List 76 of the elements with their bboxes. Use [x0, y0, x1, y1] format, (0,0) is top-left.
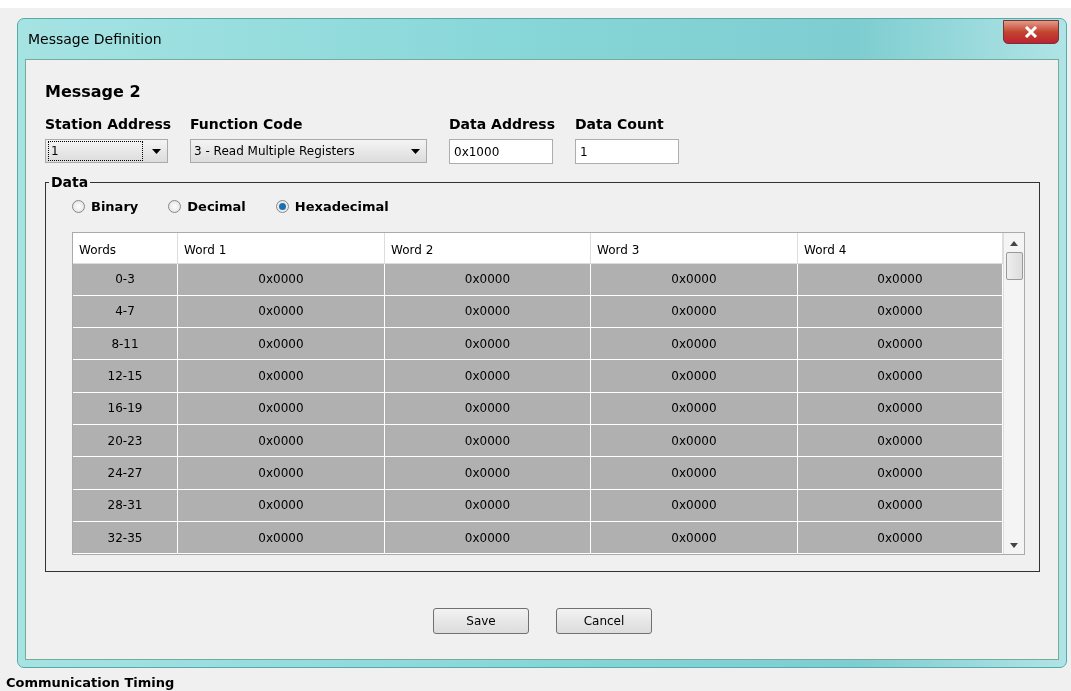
table-cell: 0x0000: [798, 328, 1003, 361]
radio-label[interactable]: Decimal: [187, 197, 246, 217]
column-header: Word 2: [385, 232, 591, 263]
table-cell: 0x0000: [591, 263, 798, 296]
caret-icon: [411, 148, 420, 154]
table-cell: 0x0000: [385, 328, 591, 361]
dropdown[interactable]: 3 - Read Multiple Registers: [190, 139, 427, 163]
table-cell: 0x0000: [591, 328, 798, 361]
table-cell: 4-7: [73, 295, 178, 329]
column-header: Word 3: [591, 232, 798, 263]
radio-button[interactable]: [72, 200, 85, 214]
table-cell: 0x0000: [178, 263, 385, 296]
field-label: Data Address: [449, 115, 553, 134]
table-cell: 0x0000: [591, 360, 798, 393]
table-cell: 0x0000: [385, 489, 591, 522]
table-cell: 0x0000: [591, 521, 798, 555]
cancel-button[interactable]: Cancel: [556, 608, 652, 634]
scrollbar[interactable]: [1003, 232, 1024, 555]
text-field[interactable]: 0x1000: [449, 139, 553, 164]
table-cell: 0x0000: [798, 521, 1003, 555]
table-cell: 24-27: [73, 457, 178, 490]
radio-button[interactable]: [275, 200, 289, 214]
close-icon: [1024, 26, 1038, 38]
table-cell: 32-35: [73, 521, 178, 555]
table-cell: 0x0000: [385, 263, 591, 296]
table-cell: 0x0000: [385, 457, 591, 490]
column-header: Words: [73, 232, 178, 263]
table-cell: 0x0000: [385, 521, 591, 555]
table-cell: 0x0000: [798, 295, 1003, 329]
table-cell: 0x0000: [798, 392, 1003, 425]
window-title: Message Definition: [27, 29, 162, 49]
scroll-thumb[interactable]: [1005, 251, 1023, 280]
radio-label[interactable]: Hexadecimal: [294, 197, 389, 217]
table-cell: 0x0000: [591, 457, 798, 490]
table-cell: 0-3: [73, 263, 178, 296]
field-label: Data Count: [575, 115, 665, 134]
dropdown[interactable]: 1: [45, 139, 168, 163]
table-cell: 0x0000: [178, 521, 385, 555]
group-legend: Data: [49, 174, 91, 190]
table-cell: 0x0000: [385, 295, 591, 329]
table-cell: 0x0000: [798, 489, 1003, 522]
table-cell: 0x0000: [798, 263, 1003, 296]
table-cell: 16-19: [73, 392, 178, 425]
table-cell: 0x0000: [591, 392, 798, 425]
table-cell: 0x0000: [178, 360, 385, 393]
table-cell: 8-11: [73, 328, 178, 361]
scroll-down-icon[interactable]: [1010, 543, 1018, 549]
table-cell: 12-15: [73, 360, 178, 393]
table-cell: 0x0000: [178, 295, 385, 329]
table-cell: 0x0000: [178, 425, 385, 458]
table-cell: 0x0000: [798, 360, 1003, 393]
radio-label[interactable]: Binary: [91, 197, 139, 217]
table-cell: 0x0000: [385, 425, 591, 458]
scroll-up-icon[interactable]: [1010, 240, 1018, 246]
radio-button[interactable]: [168, 200, 182, 214]
section-title: Communication Timing: [6, 676, 176, 690]
field-label: Function Code: [190, 115, 304, 134]
close-button[interactable]: [1003, 20, 1059, 44]
text-field[interactable]: 1: [575, 139, 679, 164]
table-cell: 0x0000: [591, 489, 798, 522]
message-heading: Message 2: [45, 81, 142, 103]
table-cell: 28-31: [73, 489, 178, 522]
table-cell: 20-23: [73, 425, 178, 458]
table-cell: 0x0000: [178, 392, 385, 425]
save-button[interactable]: Save: [433, 608, 529, 634]
table-cell: 0x0000: [385, 392, 591, 425]
table-cell: 0x0000: [178, 328, 385, 361]
table-cell: 0x0000: [798, 457, 1003, 490]
column-header: Word 1: [178, 232, 385, 263]
table-cell: 0x0000: [591, 295, 798, 329]
table-cell: 0x0000: [385, 360, 591, 393]
table-cell: 0x0000: [591, 425, 798, 458]
table-cell: 0x0000: [178, 489, 385, 522]
table-cell: 0x0000: [178, 457, 385, 490]
table-cell: 0x0000: [798, 425, 1003, 458]
caret-icon: [152, 148, 161, 154]
